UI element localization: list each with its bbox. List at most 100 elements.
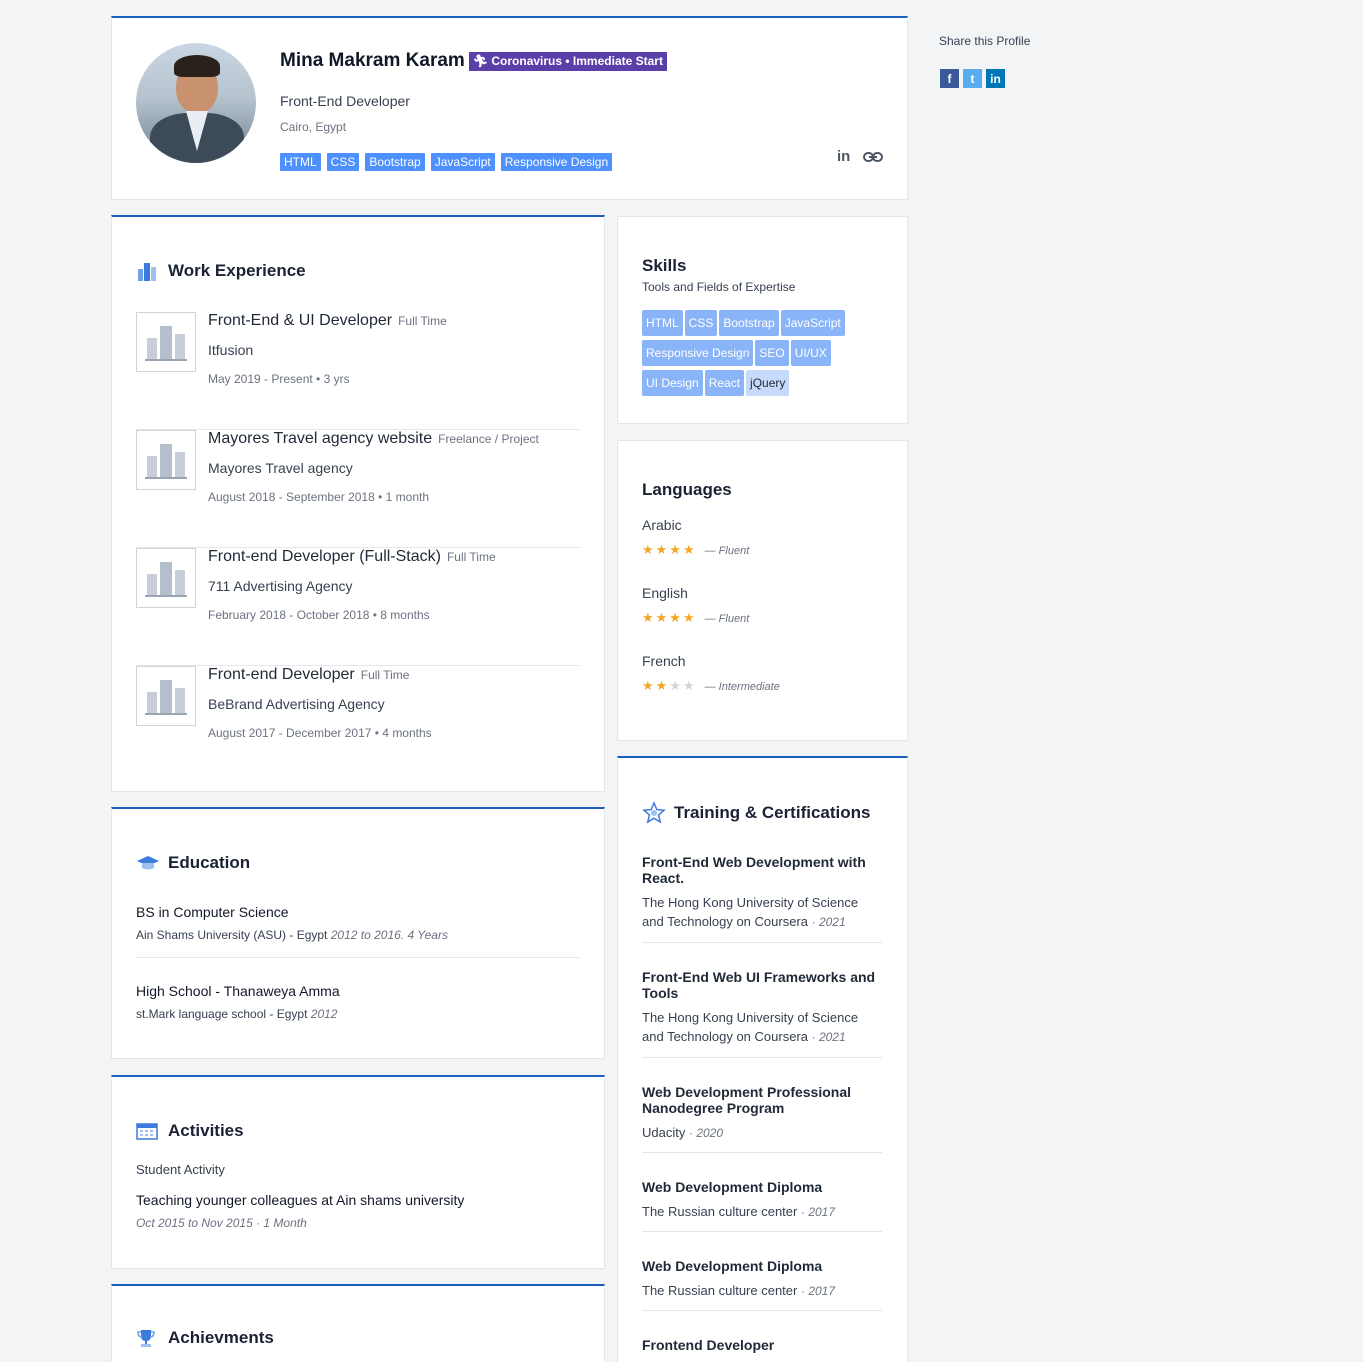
availability-badge: 🏃︎ Coronavirus • Immediate Start: [468, 51, 667, 71]
languages-card: Languages Arabic ★★★★ — Fluent English ★★…: [617, 440, 908, 741]
tag[interactable]: HTML: [280, 153, 321, 171]
company-logo-icon: [136, 548, 196, 608]
certification-title: Web Development Professional Nanodegree …: [642, 1084, 852, 1116]
education-date: 2012: [310, 1007, 338, 1021]
facebook-icon[interactable]: f: [940, 69, 959, 88]
certification-year: · 2017: [800, 1284, 836, 1298]
certification-item: Front-End Web UI Frameworks and Tools Th…: [642, 969, 882, 1058]
skill-tag[interactable]: SEO: [755, 340, 789, 366]
language-item: English ★★★★ — Fluent: [642, 585, 749, 627]
language-name: English: [642, 585, 688, 601]
degree: High School - Thanaweya Amma: [136, 983, 340, 999]
company-name: 711 Advertising Agency: [208, 578, 353, 594]
job-title: Front-end Developer (Full-Stack): [208, 548, 441, 565]
linkedin-icon[interactable]: in: [837, 148, 850, 165]
certificate-star-icon: [642, 801, 666, 824]
building-icon: [138, 263, 156, 281]
job-date: August 2017 - December 2017 • 4 months: [208, 726, 432, 740]
education-item: High School - Thanaweya Amma st.Mark lan…: [136, 983, 580, 1021]
tag[interactable]: CSS: [326, 153, 360, 171]
skill-tag[interactable]: Bootstrap: [719, 310, 779, 336]
company-name: Mayores Travel agency: [208, 460, 353, 476]
certification-title: Front-End Web Development with React.: [642, 854, 866, 886]
job-date: February 2018 - October 2018 • 8 months: [208, 608, 430, 622]
company-logo-icon: [136, 312, 196, 372]
job-type: Full Time: [446, 550, 496, 564]
certification-title: Web Development Diploma: [642, 1179, 823, 1195]
certification-item: Web Development Diploma The Russian cult…: [642, 1179, 882, 1232]
certification-year: · 2021: [811, 915, 846, 929]
school: st.Mark language school - Egypt: [136, 1007, 308, 1021]
linkedin-share-icon[interactable]: in: [986, 69, 1005, 88]
skill-tag[interactable]: CSS: [684, 310, 718, 336]
profile-card: Mina Makram Karam 🏃︎ Coronavirus • Immed…: [111, 16, 908, 200]
language-level: — Fluent: [704, 545, 750, 557]
company-logo-icon: [136, 430, 196, 490]
experience-item[interactable]: Mayores Travel agency website Freelance /…: [136, 430, 580, 548]
language-name: French: [642, 653, 686, 669]
experience-item[interactable]: Front-end Developer Full Time BeBrand Adv…: [136, 666, 580, 784]
trophy-icon: [137, 1330, 155, 1347]
certification-source: Udacity: [642, 1125, 686, 1140]
certification-title: Web Development Diploma: [642, 1258, 823, 1274]
company-name: Itfusion: [208, 342, 254, 358]
job-type: Full Time: [360, 668, 410, 682]
section-title: Languages: [642, 480, 732, 499]
job-date: August 2018 - September 2018 • 1 month: [208, 490, 430, 504]
education-card: Education BS in Computer Science Ain Sha…: [111, 807, 605, 1059]
profile-title: Front-End Developer: [280, 93, 410, 109]
skills-card: Skills Tools and Fields of Expertise HTM…: [617, 216, 908, 424]
skill-tag[interactable]: React: [704, 370, 745, 396]
section-title: Activities: [168, 1121, 244, 1140]
certification-item: Web Development Professional Nanodegree …: [642, 1084, 882, 1153]
section-title: Skills: [642, 256, 687, 275]
certification-year: · 2021: [811, 1030, 846, 1044]
section-title: Education: [168, 853, 251, 872]
language-item: Arabic ★★★★ — Fluent: [642, 517, 749, 559]
activity-category: Student Activity: [136, 1162, 225, 1177]
training-card: Training & Certifications Front-End Web …: [617, 756, 908, 1362]
graduation-cap-icon: [137, 856, 159, 870]
job-title: Mayores Travel agency website: [208, 430, 433, 447]
certification-item: Web Development Diploma The Russian cult…: [642, 1258, 882, 1311]
star-rating-icon: ★★★★: [642, 542, 697, 557]
degree: BS in Computer Science: [136, 904, 289, 920]
calendar-icon: [136, 1123, 158, 1140]
skill-tag[interactable]: UI Design: [642, 370, 703, 396]
tag[interactable]: Responsive Design: [500, 153, 613, 171]
certification-source: The Russian culture center: [642, 1204, 798, 1219]
profile-name: Mina Makram Karam: [280, 50, 465, 71]
star-rating-icon: ★★★★: [642, 610, 697, 625]
activities-card: Activities Student Activity Teaching you…: [111, 1075, 605, 1269]
language-level: — Intermediate: [704, 681, 780, 693]
experience-item[interactable]: Front-End & UI Developer Full Time Itfusi…: [136, 312, 580, 430]
education-date: 2012 to 2016. 4 Years: [330, 928, 448, 942]
language-level: — Fluent: [704, 613, 750, 625]
experience-item[interactable]: Front-end Developer (Full-Stack) Full Tim…: [136, 548, 580, 666]
job-date: May 2019 - Present • 3 yrs: [208, 372, 350, 386]
star-rating-icon: ★★★★: [642, 678, 697, 693]
certification-item: Front-End Web Development with React. Th…: [642, 854, 882, 943]
twitter-icon[interactable]: t: [963, 69, 982, 88]
link-icon[interactable]: [863, 150, 883, 164]
tag[interactable]: JavaScript: [430, 153, 495, 171]
badge-label: Coronavirus • Immediate Start: [491, 53, 663, 68]
school: Ain Shams University (ASU) - Egypt: [136, 928, 328, 942]
skill-tag[interactable]: UI/UX: [790, 340, 831, 366]
company-name: BeBrand Advertising Agency: [208, 696, 385, 712]
skills-subtitle: Tools and Fields of Expertise: [642, 280, 796, 294]
certification-title: Front-End Web UI Frameworks and Tools: [642, 969, 876, 1001]
skill-tag[interactable]: HTML: [642, 310, 683, 336]
certification-title: Frontend Developer: [642, 1337, 775, 1353]
language-item: French ★★★★ — Intermediate: [642, 653, 780, 695]
certification-source: The Russian culture center: [642, 1283, 798, 1298]
skill-tag[interactable]: jQuery: [746, 370, 790, 396]
certification-item: Frontend Developer: [642, 1337, 882, 1353]
skills-tags: HTML CSS Bootstrap JavaScript Responsive Des…: [642, 310, 892, 400]
skill-tag[interactable]: JavaScript: [780, 310, 845, 336]
work-experience-card: Work Experience Front-End & UI Developer…: [111, 215, 605, 792]
education-item: BS in Computer Science Ain Shams Univers…: [136, 904, 580, 958]
tag[interactable]: Bootstrap: [365, 153, 425, 171]
skill-tag[interactable]: Responsive Design: [642, 340, 754, 366]
profile-location: Cairo, Egypt: [280, 120, 347, 134]
